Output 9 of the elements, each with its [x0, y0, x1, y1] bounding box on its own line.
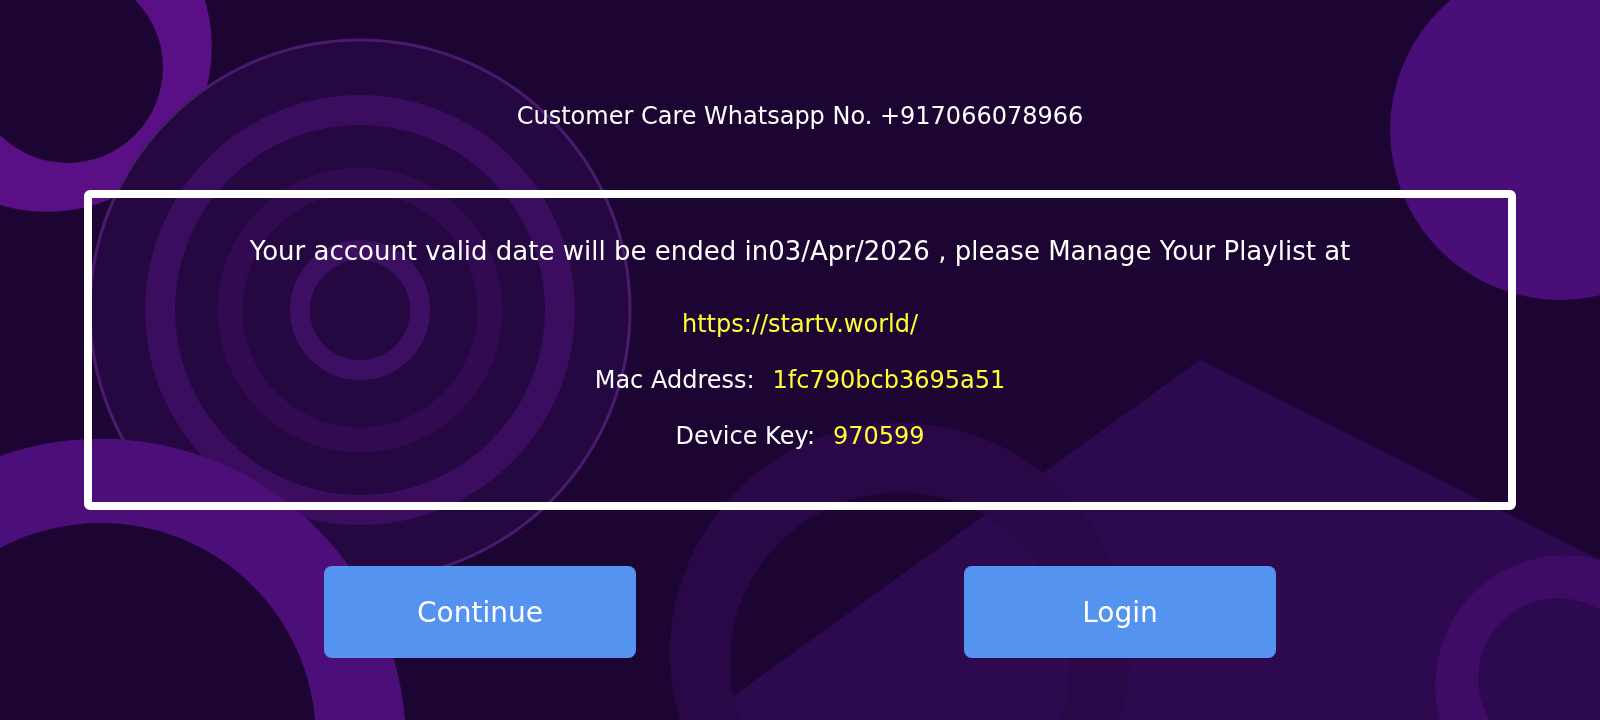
playlist-url: https://startv.world/ — [681, 310, 919, 338]
expiry-message: Your account valid date will be ended in03/Apr/2026 , please Manage Your Playlist at — [249, 236, 1351, 266]
login-button[interactable]: Login — [964, 566, 1276, 658]
field-value: 970599 — [832, 422, 925, 450]
field-label: Device Key: — [675, 422, 815, 450]
contact-text: Customer Care Whatsapp No. +917066078966 — [516, 101, 1084, 132]
field-label: Mac Address: — [594, 366, 755, 394]
continue-button[interactable]: Continue — [324, 566, 636, 658]
field-value: 1fc790bcb3695a51 — [772, 366, 1006, 394]
